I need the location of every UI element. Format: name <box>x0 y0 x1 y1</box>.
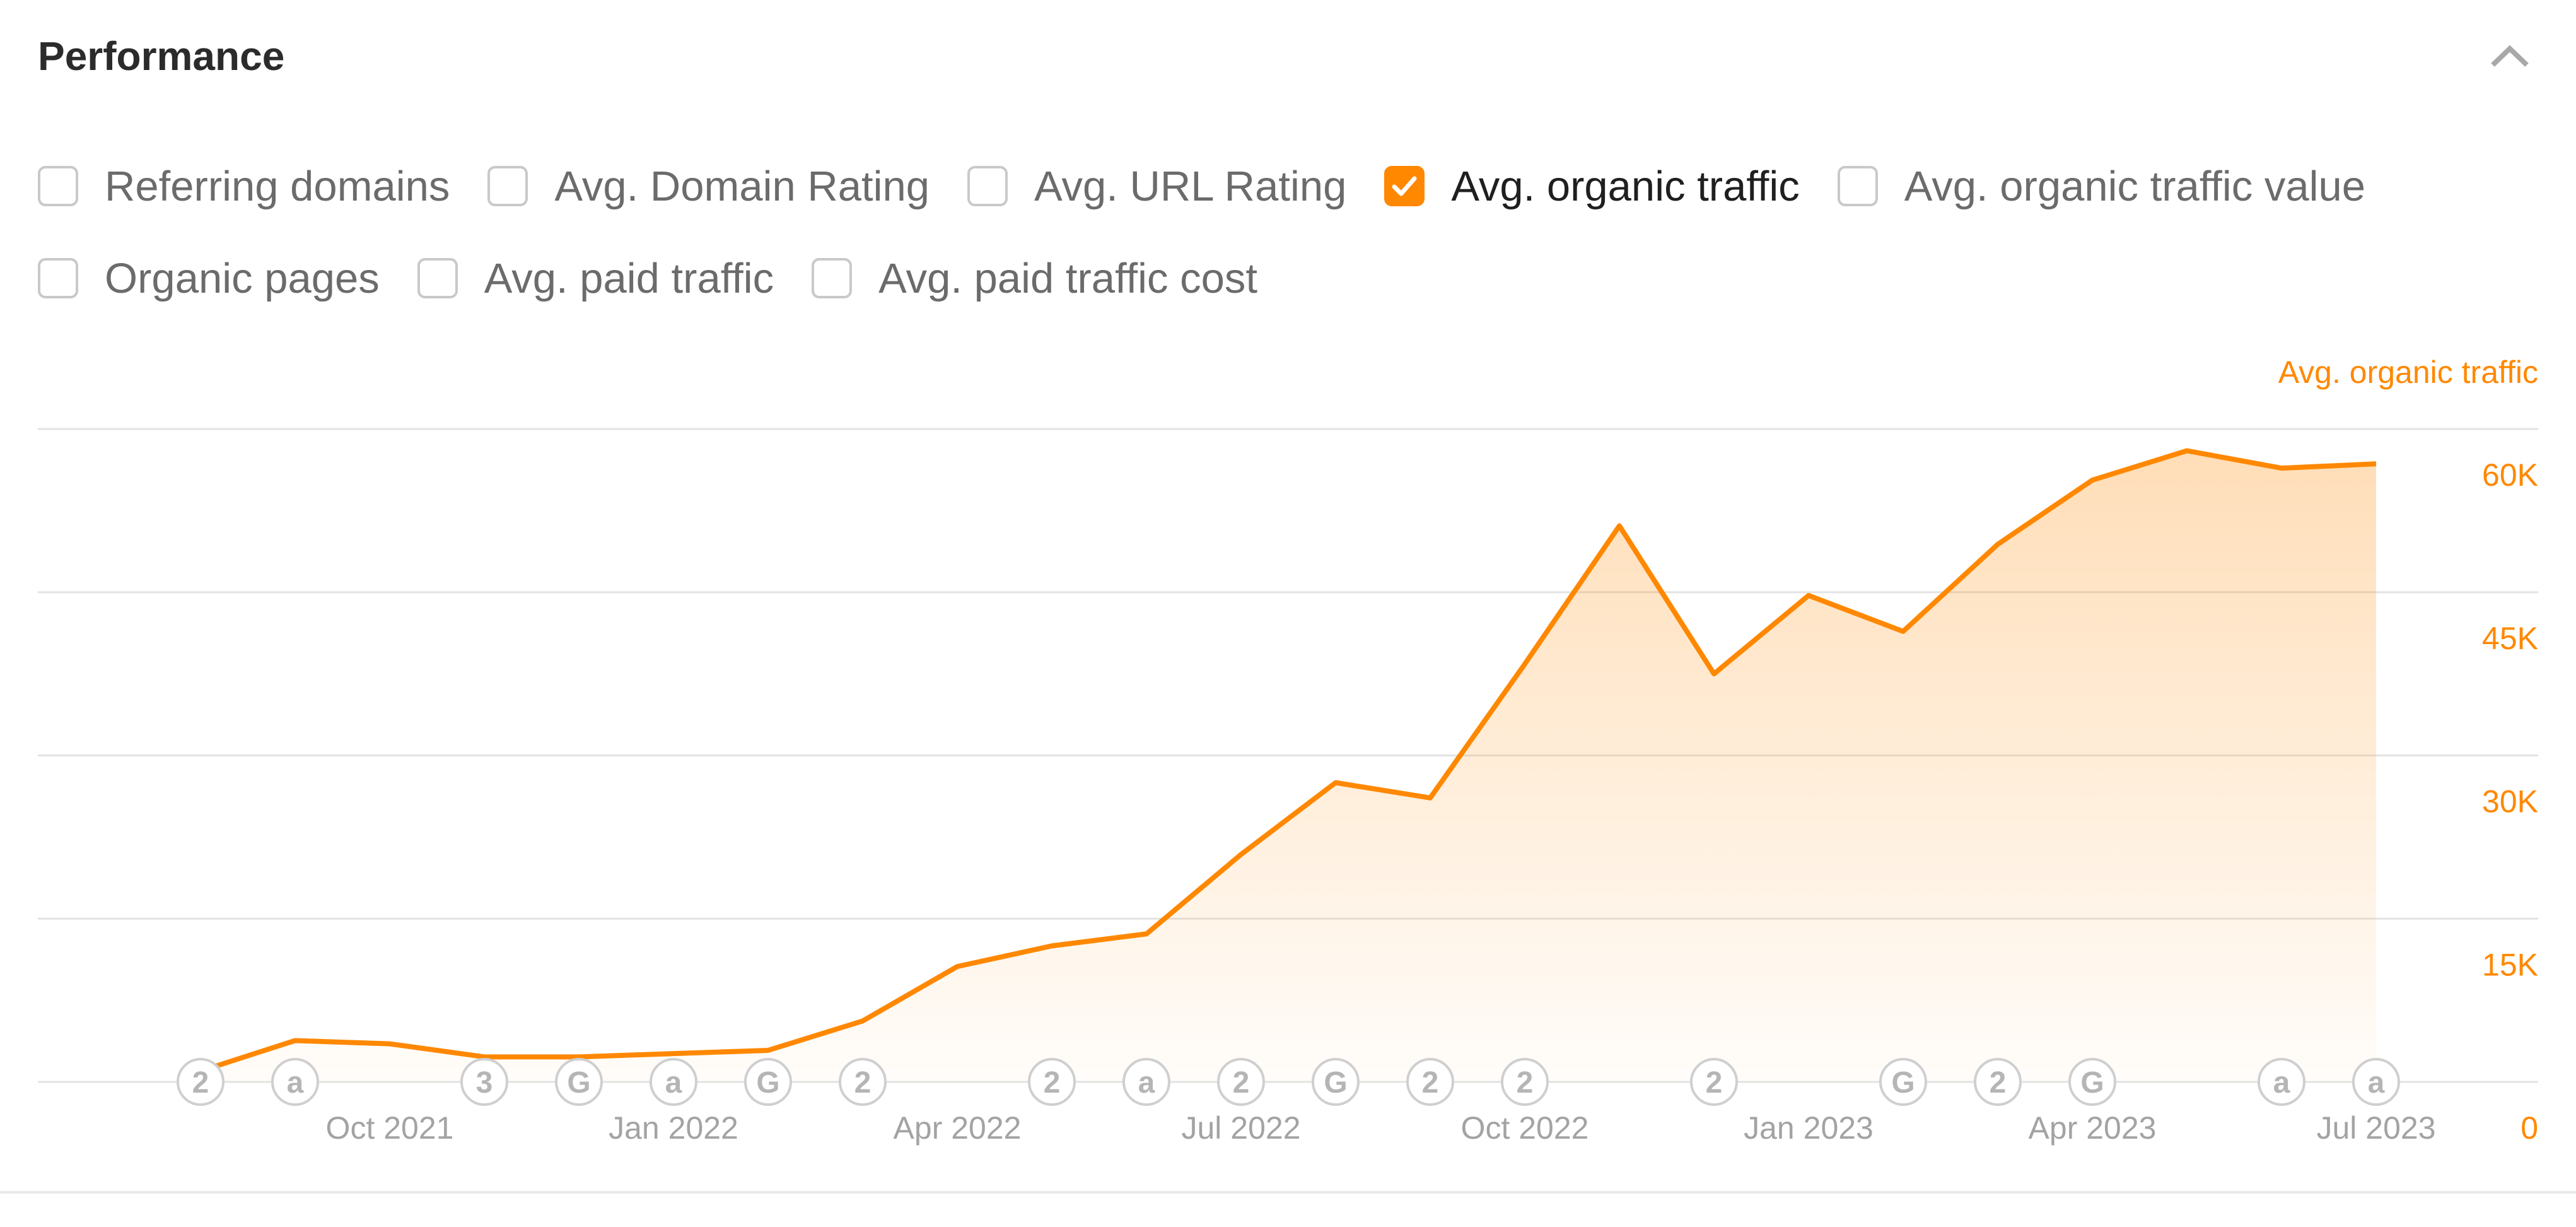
metric-checkbox-avg-paid-traffic-cost[interactable]: Avg. paid traffic cost <box>812 254 1257 303</box>
metric-checkbox-avg-url-rating[interactable]: Avg. URL Rating <box>967 162 1346 211</box>
annotation-glyph: G <box>567 1066 590 1100</box>
y-tick-label: 0 <box>2521 1110 2538 1146</box>
metric-label: Referring domains <box>105 162 450 210</box>
annotation-glyph: a <box>2368 1066 2385 1100</box>
annotation-glyph: 2 <box>1044 1066 1061 1100</box>
annotation-marker-ahrefs-update[interactable]: a <box>2258 1058 2305 1106</box>
collapse-button[interactable] <box>2488 35 2532 79</box>
annotation-marker-ahrefs-update[interactable]: a <box>1122 1058 1170 1106</box>
metric-checkbox-organic-pages[interactable]: Organic pages <box>38 254 380 303</box>
annotation-marker-count[interactable]: 2 <box>1028 1058 1076 1106</box>
metric-row: Organic pages Avg. paid traffic Avg. paid … <box>38 244 2548 313</box>
y-tick-label: 30K <box>2482 784 2538 819</box>
annotation-marker-count[interactable]: 2 <box>177 1058 224 1106</box>
metric-label: Organic pages <box>105 254 380 302</box>
x-tick-label: Jan 2022 <box>609 1110 738 1146</box>
annotation-marker-ahrefs-update[interactable]: a <box>2352 1058 2400 1106</box>
x-tick-label: Apr 2022 <box>894 1110 1022 1146</box>
metric-checkbox-group: Referring domains Avg. Domain Rating Avg. … <box>38 151 2548 336</box>
checkbox-unchecked[interactable] <box>38 166 78 206</box>
annotation-glyph: 2 <box>1233 1066 1250 1100</box>
x-tick-label: Oct 2021 <box>326 1110 454 1146</box>
organic-traffic-chart: 2 a 3 Ga G 2 2 a 2 G 2 2 2 G 2 Ga a Oct 2021 Jan 2022 Apr … <box>38 355 2538 1146</box>
annotation-marker-google-update[interactable]: G <box>1879 1058 1927 1106</box>
annotation-glyph: a <box>287 1066 304 1100</box>
annotation-marker-count[interactable]: 2 <box>1501 1058 1549 1106</box>
annotation-glyph: 2 <box>1990 1066 2007 1100</box>
y-tick-label: 45K <box>2482 621 2538 656</box>
annotation-marker-count[interactable]: 2 <box>1690 1058 1738 1106</box>
metric-checkbox-avg-paid-traffic[interactable]: Avg. paid traffic <box>417 254 774 303</box>
x-tick-label: Apr 2023 <box>2029 1110 2157 1146</box>
checkbox-unchecked[interactable] <box>1837 166 1878 206</box>
y-tick-label: 15K <box>2482 947 2538 982</box>
metric-label: Avg. Domain Rating <box>554 162 930 210</box>
annotation-marker-count[interactable]: 3 <box>460 1058 508 1106</box>
series-area <box>201 450 2376 1082</box>
annotation-glyph: 2 <box>1517 1066 1534 1100</box>
metric-label: Avg. URL Rating <box>1034 162 1347 210</box>
y-tick-label: 60K <box>2482 457 2538 493</box>
annotation-glyph: G <box>2080 1066 2104 1100</box>
annotation-marker-ahrefs-update[interactable]: a <box>271 1058 319 1106</box>
annotation-glyph: G <box>1891 1066 1915 1100</box>
annotation-glyph: G <box>756 1066 779 1100</box>
metric-checkbox-avg-organic-traffic[interactable]: Avg. organic traffic <box>1384 162 1800 211</box>
checkbox-unchecked[interactable] <box>38 258 78 298</box>
panel-title: Performance <box>38 33 285 79</box>
annotation-marker-count[interactable]: 2 <box>1974 1058 2022 1106</box>
checkbox-checked[interactable] <box>1384 166 1425 206</box>
metric-checkbox-referring-domains[interactable]: Referring domains <box>38 162 450 211</box>
metric-label: Avg. paid traffic cost <box>878 254 1257 302</box>
annotation-glyph: 2 <box>854 1066 871 1100</box>
annotation-glyph: 2 <box>1422 1066 1439 1100</box>
metric-row: Referring domains Avg. Domain Rating Avg. … <box>38 151 2548 221</box>
x-tick-label: Jan 2023 <box>1744 1110 1874 1146</box>
annotation-marker-ahrefs-update[interactable]: a <box>650 1058 697 1106</box>
annotation-glyph: a <box>1138 1066 1155 1100</box>
annotation-glyph: 3 <box>476 1066 493 1100</box>
checkmark-icon <box>1392 176 1417 196</box>
metric-label: Avg. organic traffic value <box>1904 162 2366 210</box>
checkbox-unchecked[interactable] <box>487 166 528 206</box>
panel-bottom-divider <box>0 1191 2576 1194</box>
annotation-marker-count[interactable]: 2 <box>839 1058 887 1106</box>
annotation-marker-google-update[interactable]: G <box>1312 1058 1360 1106</box>
y-axis-title: Avg. organic traffic <box>2278 355 2538 390</box>
annotation-marker-count[interactable]: 2 <box>1217 1058 1265 1106</box>
metric-checkbox-avg-organic-traffic-value[interactable]: Avg. organic traffic value <box>1837 162 2366 211</box>
annotation-marker-count[interactable]: 2 <box>1406 1058 1454 1106</box>
metric-label: Avg. organic traffic <box>1451 162 1800 210</box>
checkbox-unchecked[interactable] <box>812 258 853 298</box>
annotation-glyph: 2 <box>1706 1066 1723 1100</box>
x-tick-label: Jul 2022 <box>1181 1110 1300 1146</box>
annotation-glyph: a <box>665 1066 682 1100</box>
annotation-glyph: G <box>1324 1066 1347 1100</box>
chevron-up-icon <box>2491 45 2529 67</box>
checkbox-unchecked[interactable] <box>967 166 1008 206</box>
annotation-marker-google-update[interactable]: G <box>744 1058 792 1106</box>
annotation-glyph: 2 <box>192 1066 209 1100</box>
checkbox-unchecked[interactable] <box>417 258 458 298</box>
annotation-marker-google-update[interactable]: G <box>2068 1058 2116 1106</box>
annotation-glyph: a <box>2273 1066 2290 1100</box>
x-tick-label: Oct 2022 <box>1461 1110 1589 1146</box>
annotation-marker-google-update[interactable]: G <box>555 1058 603 1106</box>
metric-checkbox-avg-domain-rating[interactable]: Avg. Domain Rating <box>487 162 930 211</box>
metric-label: Avg. paid traffic <box>484 254 774 302</box>
x-tick-label: Jul 2023 <box>2316 1110 2435 1146</box>
